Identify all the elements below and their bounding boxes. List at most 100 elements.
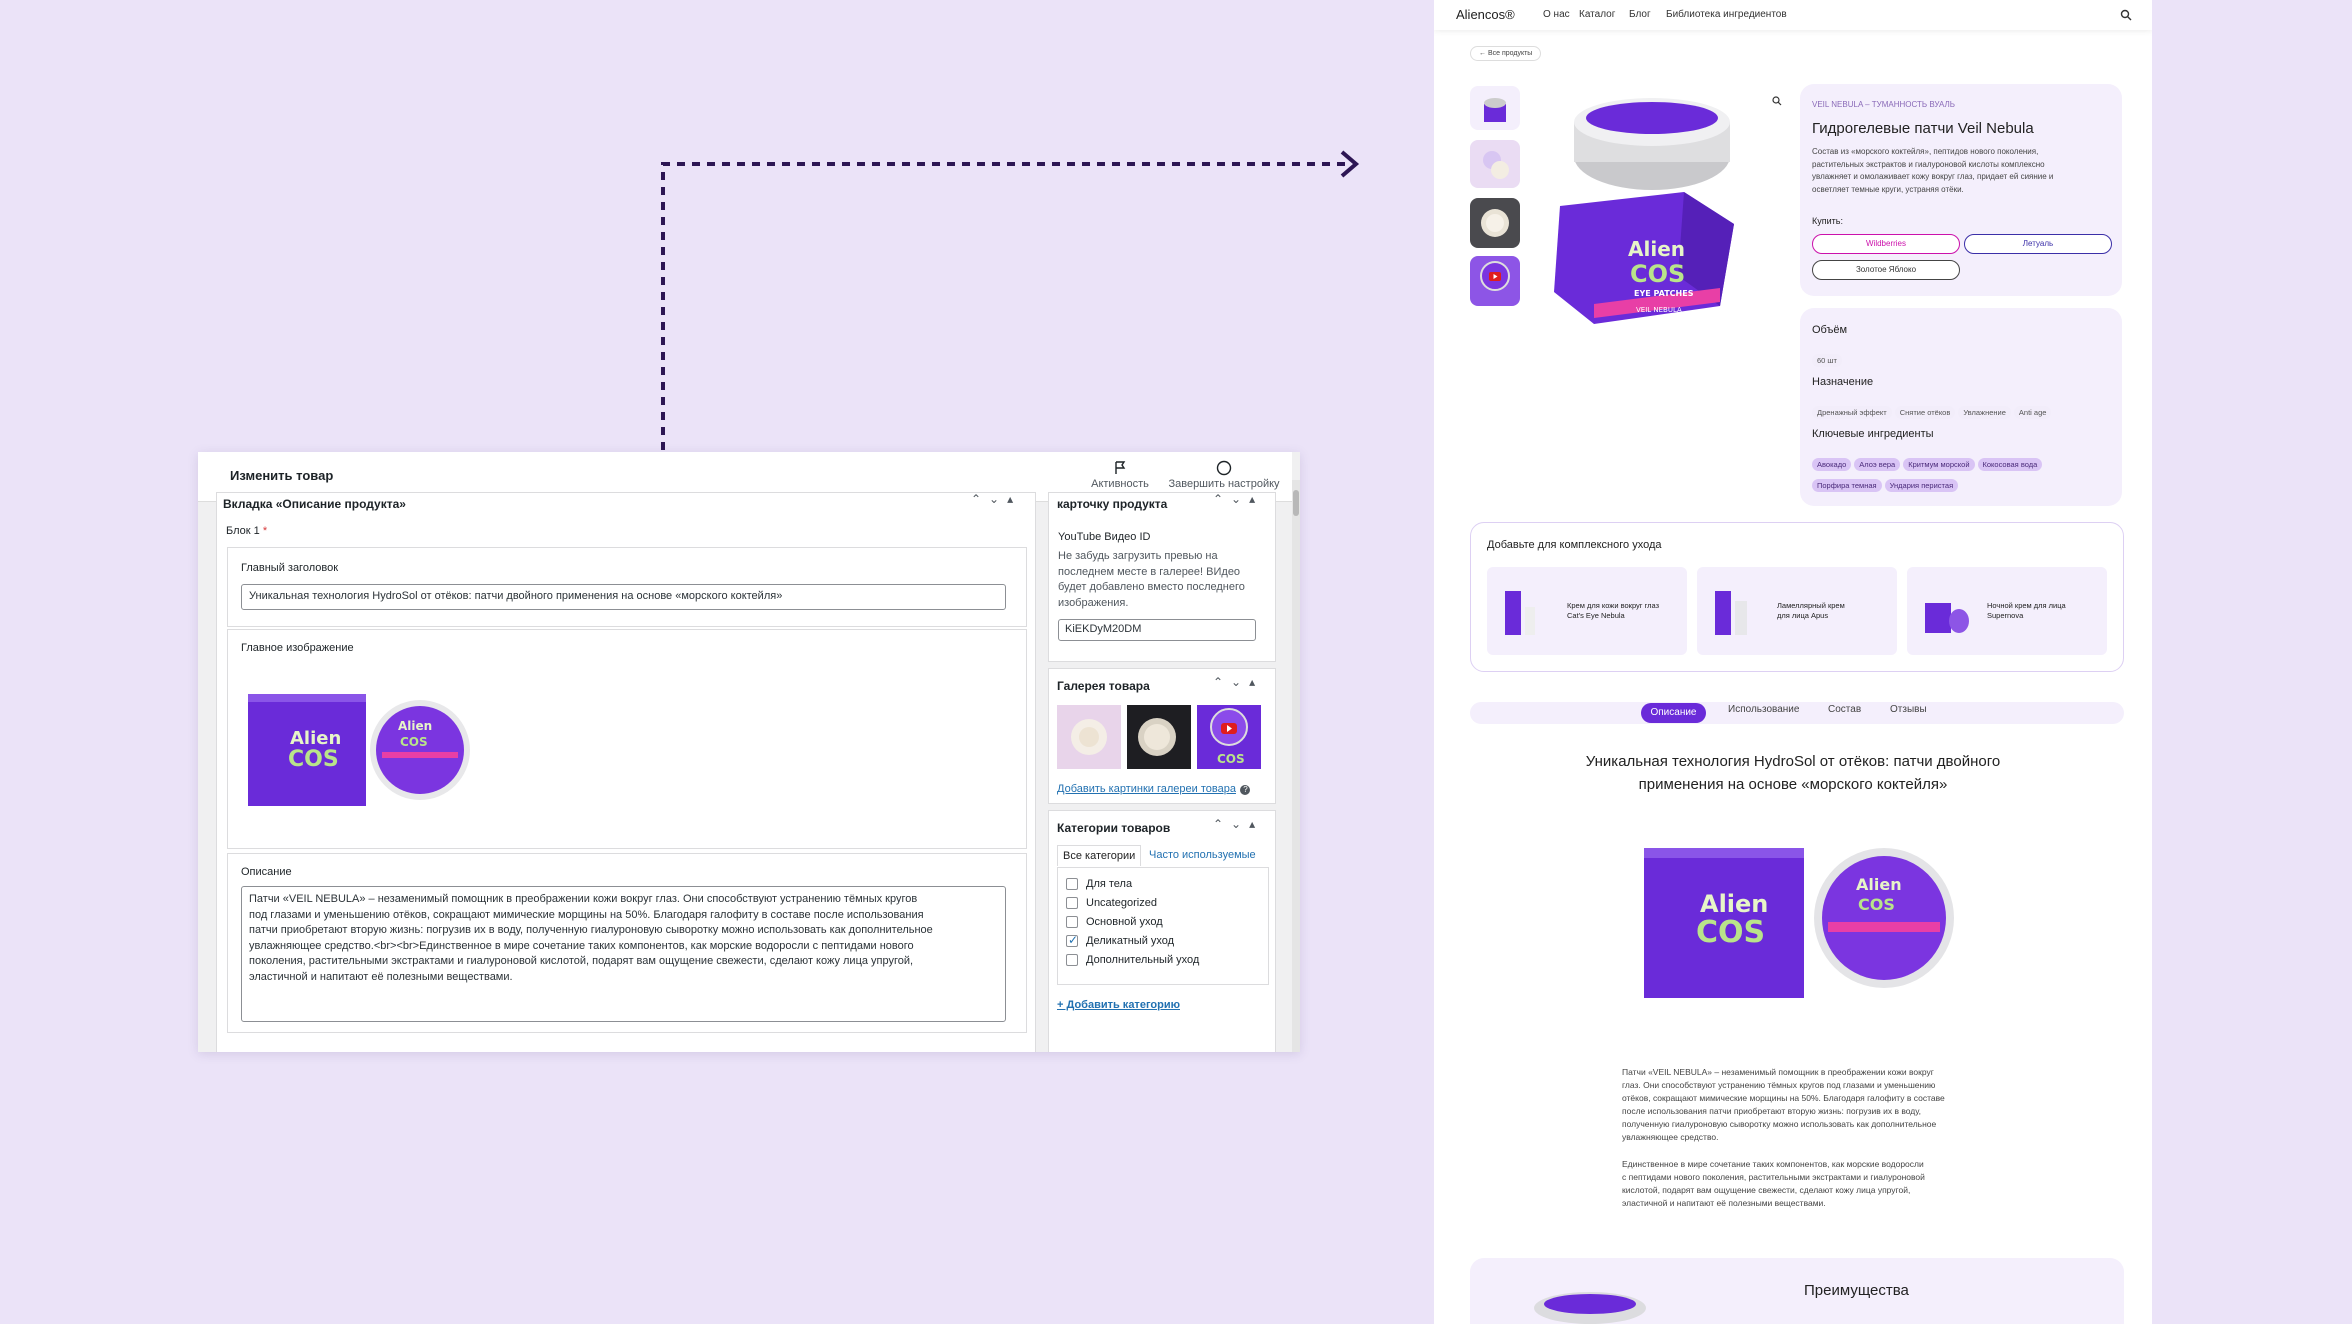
product-thumb-image — [1505, 591, 1535, 635]
flow-arrow-icon — [661, 150, 1360, 450]
content-paragraph-1: Патчи «VEIL NEBULA» – незаменимый помощн… — [1622, 1067, 1945, 1142]
complementary-product-card[interactable]: Ночной крем для лица Supernova — [1907, 567, 2107, 655]
tab-all-categories[interactable]: Все категории — [1057, 845, 1142, 866]
checkbox[interactable] — [1066, 878, 1078, 891]
product-thumb[interactable] — [1470, 198, 1520, 248]
category-item[interactable]: Основной уход — [1066, 916, 1260, 935]
ingredient-pill[interactable]: Авокадо — [1812, 458, 1852, 471]
youtube-metabox-controls[interactable]: ⌃⌄▴ — [1213, 492, 1263, 506]
zoom-icon[interactable] — [1772, 96, 1782, 106]
tab-usage[interactable]: Использование — [1728, 704, 1799, 715]
product-thumb[interactable] — [1470, 86, 1520, 130]
back-to-products-button[interactable]: ← Все продукты — [1470, 46, 1542, 61]
svg-text:Alien: Alien — [398, 719, 432, 733]
svg-text:Alien: Alien — [290, 728, 341, 749]
category-item[interactable]: Для тела — [1066, 878, 1260, 897]
nav-catalog[interactable]: Каталог — [1579, 9, 1615, 20]
site-logo[interactable]: Aliencos® — [1456, 7, 1515, 22]
youtube-metabox-title: карточку продукта — [1057, 497, 1168, 511]
nav-blog[interactable]: Блог — [1629, 9, 1651, 20]
complementary-product-name: Ламеллярный крем для лица Apus — [1777, 601, 1845, 620]
gallery-thumb-image — [1071, 719, 1107, 755]
checkbox[interactable] — [1066, 954, 1078, 967]
finish-setup-label: Завершить настройку — [1168, 478, 1280, 490]
thumb-image — [1484, 98, 1506, 122]
circle-icon — [1216, 460, 1232, 476]
description-textarea[interactable]: Патчи «VEIL NEBULA» – незаменимый помощн… — [241, 886, 1006, 1022]
ingredient-pill[interactable]: Ундария перистая — [1884, 479, 1959, 492]
activity-label: Активность — [1091, 478, 1149, 490]
product-thumb-video[interactable] — [1470, 256, 1520, 306]
product-short-description: Состав из «морского коктейля», пептидов … — [1812, 147, 2054, 194]
heading-input[interactable]: Уникальная технология HydroSol от отёков… — [241, 584, 1006, 610]
ingredient-pill[interactable]: Критмум морской — [1903, 458, 1975, 471]
volume-tags: 60 шт — [1812, 350, 1845, 371]
buy-wildberries-button[interactable]: Wildberries — [1812, 234, 1960, 254]
admin-scrollbar[interactable] — [1292, 480, 1300, 1052]
purpose-pill: Увлажнение — [1958, 406, 2011, 419]
main-product-photo[interactable]: Alien COS EYE PATCHES VEIL NEBULA — [1544, 96, 1744, 324]
youtube-metabox: карточку продукта ⌃⌄▴ YouTube Видео ID Н… — [1048, 492, 1276, 662]
add-category-link[interactable]: + Добавить категорию — [1057, 999, 1180, 1011]
tab-reviews[interactable]: Отзывы — [1890, 704, 1927, 715]
category-item[interactable]: Uncategorized — [1066, 897, 1260, 916]
checkbox[interactable] — [1066, 916, 1078, 929]
block-label: Блок 1 * — [226, 525, 268, 537]
checkbox-checked[interactable] — [1066, 933, 1078, 948]
categories-controls[interactable]: ⌃⌄▴ — [1213, 817, 1263, 831]
gallery-thumb[interactable]: COS — [1197, 705, 1261, 769]
nav-about[interactable]: О нас — [1543, 9, 1570, 20]
category-item[interactable]: Деликатный уход — [1066, 933, 1260, 954]
complementary-title: Добавьте для комплексного ухода — [1487, 539, 1662, 551]
complementary-product-name: Крем для кожи вокруг глаз Cat's Eye Nebu… — [1567, 601, 1660, 620]
metabox-controls[interactable]: ⌃⌄▴ — [971, 492, 1021, 506]
product-thumb[interactable] — [1470, 140, 1520, 188]
ingredient-pill[interactable]: Кокосовая вода — [1977, 458, 2043, 471]
activity-button[interactable]: Активность — [1088, 460, 1152, 490]
ingredient-pill[interactable]: Алоэ вера — [1854, 458, 1901, 471]
thumb-image — [1480, 261, 1510, 291]
purpose-pill: Снятие отёков — [1894, 406, 1956, 419]
svg-text:Alien: Alien — [1700, 890, 1768, 918]
brand-alien: Alien — [1628, 237, 1685, 261]
complementary-section: Добавьте для комплексного ухода Крем для… — [1470, 522, 2124, 672]
youtube-label: YouTube Видео ID — [1058, 531, 1151, 543]
gallery-thumb[interactable] — [1057, 705, 1121, 769]
main-product-image[interactable]: Alien COS Alien COS — [248, 684, 488, 814]
brand-veil-nebula: VEIL NEBULA — [1636, 306, 1682, 314]
svg-text:Alien: Alien — [1856, 875, 1902, 894]
youtube-id-input[interactable]: KiEKDyM20DM — [1058, 619, 1256, 641]
complementary-product-card[interactable]: Крем для кожи вокруг глаз Cat's Eye Nebu… — [1487, 567, 1687, 655]
content-heading: Уникальная технология HydroSol от отёков… — [1585, 753, 2001, 793]
content-paragraph-2: Единственное в мире сочетание таких комп… — [1622, 1159, 1925, 1208]
help-icon[interactable]: ? — [1240, 785, 1251, 795]
finish-setup-button[interactable]: Завершить настройку — [1168, 460, 1280, 490]
ingredients-label: Ключевые ингредиенты — [1812, 428, 1934, 440]
gallery-thumb[interactable] — [1127, 705, 1191, 769]
metabox-title: Вкладка «Описание продукта» — [223, 497, 406, 511]
tab-popular-categories[interactable]: Часто используемые — [1149, 849, 1256, 861]
ingredient-pill[interactable]: Порфира темная — [1812, 479, 1882, 492]
advantages-section: Преимущества — [1470, 1258, 2124, 1324]
gallery-controls[interactable]: ⌃⌄▴ — [1213, 675, 1263, 689]
search-icon[interactable] — [2120, 9, 2132, 21]
ingredient-tags: Авокадо Алоэ вера Критмум морской Кокосовая… — [1812, 454, 2112, 496]
purpose-pill: Дренажный эффект — [1812, 406, 1892, 419]
checkbox[interactable] — [1066, 897, 1078, 910]
site-navbar: Aliencos® О нас Каталог Блог Библиотека … — [1434, 0, 2152, 30]
buy-letual-button[interactable]: Летуаль — [1964, 234, 2112, 254]
tab-description[interactable]: Описание — [1641, 703, 1706, 723]
complementary-product-card[interactable]: Ламеллярный крем для лица Apus — [1697, 567, 1897, 655]
tab-composition[interactable]: Состав — [1828, 704, 1861, 715]
category-item[interactable]: Дополнительный уход — [1066, 954, 1260, 973]
nav-ingredients-library[interactable]: Библиотека ингредиентов — [1666, 9, 1787, 20]
buy-zolotoe-yabloko-button[interactable]: Золотое Яблоко — [1812, 260, 1960, 280]
page-title: Изменить товар — [230, 468, 334, 483]
flag-icon — [1115, 461, 1126, 474]
volume-pill: 60 шт — [1812, 354, 1842, 367]
description-field-group: Описание Патчи «VEIL NEBULA» – незаменим… — [227, 853, 1027, 1033]
add-gallery-images-link[interactable]: Добавить картинки галереи товара ? — [1057, 779, 1251, 797]
content-product-image: Alien COS Alien COS — [1644, 848, 1954, 998]
product-thumb-image — [1715, 591, 1747, 635]
product-thumb-image — [1925, 603, 1969, 633]
